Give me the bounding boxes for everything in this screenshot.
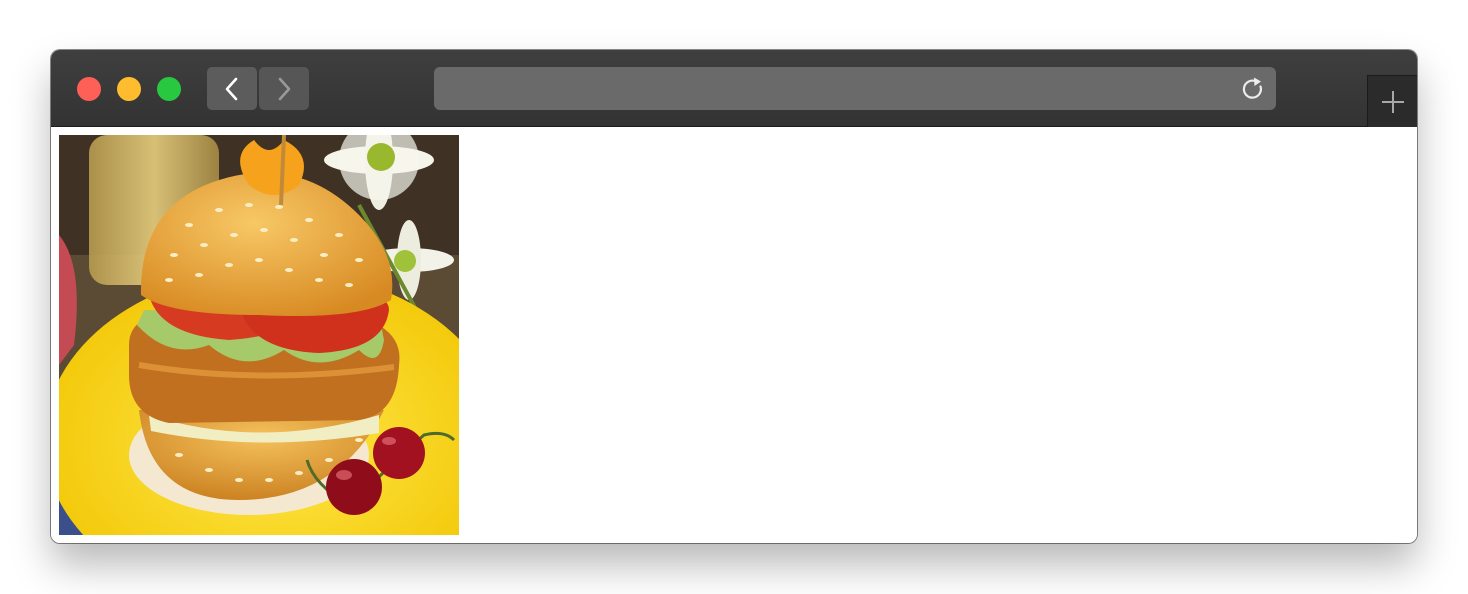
burger-illustration — [59, 135, 459, 535]
browser-window — [51, 50, 1417, 543]
reload-icon[interactable] — [1240, 76, 1266, 102]
back-button[interactable] — [207, 67, 257, 110]
chevron-right-icon — [278, 77, 291, 100]
chevron-left-icon — [225, 77, 238, 100]
close-window-button[interactable] — [77, 77, 101, 101]
plus-icon — [1382, 90, 1404, 113]
burger-photo — [59, 135, 459, 535]
new-tab-button[interactable] — [1367, 75, 1417, 127]
address-bar[interactable] — [434, 67, 1276, 110]
forward-button[interactable] — [259, 67, 309, 110]
browser-toolbar — [51, 50, 1417, 127]
zoom-window-button[interactable] — [157, 77, 181, 101]
page-content — [51, 127, 1417, 543]
minimize-window-button[interactable] — [117, 77, 141, 101]
